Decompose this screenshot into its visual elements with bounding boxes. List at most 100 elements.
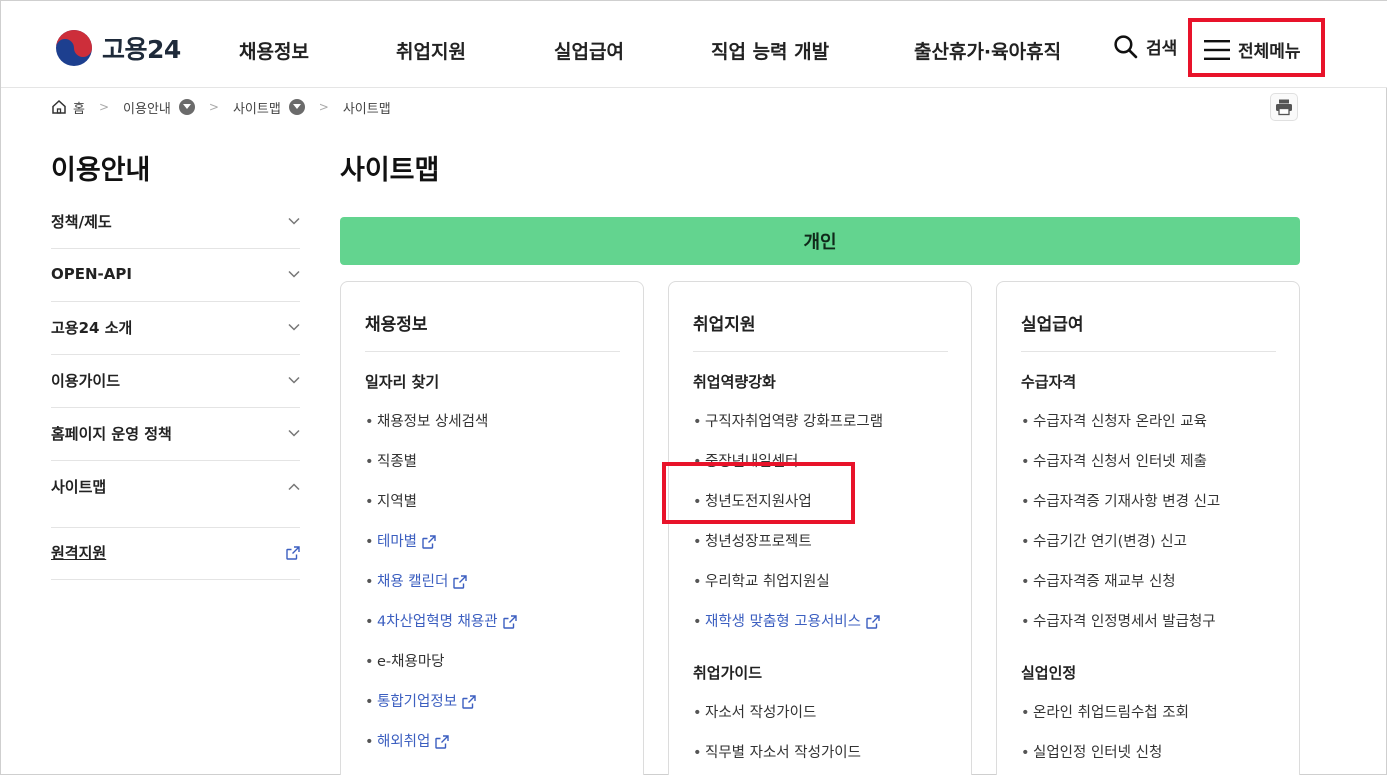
sitemap-link-label: 테마별 — [377, 534, 418, 550]
sitemap-link[interactable]: • 온라인 취업드림수첩 조회 — [1021, 703, 1291, 743]
chevron-down-icon — [288, 270, 300, 278]
sitemap-link-label: 청년도전지원사업 — [705, 494, 812, 510]
hamburger-menu-icon — [1204, 39, 1230, 60]
sitemap-link-label: 수급자격 신청자 온라인 교육 — [1033, 414, 1207, 430]
sitemap-link[interactable]: • 중장년내일센터 — [693, 452, 963, 492]
external-link-icon — [453, 575, 468, 589]
sitemap-link[interactable]: • 통합기업정보 — [365, 692, 635, 732]
search-label: 검색 — [1146, 39, 1178, 59]
sitemap-link[interactable]: • 직종별 — [365, 452, 635, 492]
all-menu-button[interactable]: 전체메뉴 — [1204, 37, 1301, 62]
breadcrumb-current: 사이트맵 — [343, 98, 391, 117]
bullet-icon: • — [693, 574, 702, 590]
bullet-icon: • — [693, 414, 702, 430]
bullet-icon: • — [365, 454, 374, 470]
divider — [365, 351, 620, 352]
sitemap-link[interactable]: • 수급자격 신청서 인터넷 제출 — [1021, 452, 1291, 492]
chevron-right-icon: > — [318, 100, 329, 114]
sitemap-link[interactable]: • 청년도전지원사업 — [693, 492, 963, 532]
card-title: 채용정보 — [365, 315, 428, 335]
breadcrumb-item-label: 사이트맵 — [342, 101, 391, 117]
search-button[interactable]: 검색 — [1113, 34, 1177, 59]
caret-down-icon — [288, 99, 305, 115]
group: 취업역량강화 • 구직자취업역량 강화프로그램 • 중장년내일센터 • 청년도전지원사업 • 청… — [693, 372, 963, 652]
lnb-item-usage-guide[interactable]: 이용가이드 — [51, 355, 300, 408]
sitemap-link-label: 수급기간 연기(변경) 신고 — [1033, 534, 1187, 550]
breadcrumb: 홈 > 이용안내 > 사이트맵 > 사이트맵 — [51, 96, 391, 118]
sitemap-link[interactable]: • 수급자격 신청자 온라인 교육 — [1021, 412, 1291, 452]
sitemap-link[interactable]: • 4차산업혁명 채용관 — [365, 612, 635, 652]
external-link-icon — [866, 615, 880, 629]
caret-down-icon — [178, 99, 195, 115]
bullet-icon: • — [1021, 414, 1030, 430]
bullet-icon: • — [693, 705, 702, 721]
bullet-icon: • — [693, 534, 702, 550]
breadcrumb-item-sitemap[interactable]: 사이트맵 — [233, 98, 305, 117]
bullet-icon: • — [693, 745, 702, 761]
bullet-icon: • — [1021, 454, 1030, 470]
gnb-item-parental-leave[interactable]: 출산휴가·육아휴직 — [914, 37, 1061, 64]
sitemap-link[interactable]: • 지역별 — [365, 492, 635, 532]
bullet-icon: • — [365, 534, 374, 550]
divider — [693, 351, 948, 352]
bullet-icon: • — [365, 694, 374, 710]
sitemap-link[interactable]: • 수급자격증 재교부 신청 — [1021, 572, 1291, 612]
sitemap-link[interactable]: • 직무별 자소서 작성가이드 — [693, 743, 963, 775]
group: 취업가이드 • 자소서 작성가이드 • 직무별 자소서 작성가이드 — [693, 663, 963, 775]
sitemap-link-label: 4차산업혁명 채용관 — [377, 614, 498, 630]
sitemap-link-label: 지역별 — [377, 494, 418, 510]
site-logo[interactable]: 고용24 — [54, 28, 181, 68]
external-link-icon — [286, 545, 300, 560]
sitemap-link-label: 채용정보 상세검색 — [377, 414, 489, 430]
external-link-icon — [502, 615, 517, 629]
sitemap-link[interactable]: • e-채용마당 — [365, 652, 635, 692]
sitemap-link[interactable]: • 수급자격증 기재사항 변경 신고 — [1021, 492, 1291, 532]
sitemap-link[interactable]: • 해외취업 — [365, 732, 635, 772]
sitemap-link[interactable]: • 우리학교 취업지원실 — [693, 572, 963, 612]
sitemap-link[interactable]: • 채용 캘린더 — [365, 572, 635, 612]
sitemap-link[interactable]: • 테마별 — [365, 532, 635, 572]
sitemap-link[interactable]: • 실업인정 인터넷 신청 — [1021, 743, 1291, 775]
group: 실업인정 • 온라인 취업드림수첩 조회 • 실업인정 인터넷 신청 — [1021, 663, 1291, 775]
sitemap-link[interactable]: • 채용정보 상세검색 — [365, 412, 635, 452]
bullet-icon: • — [365, 494, 374, 510]
bullet-icon: • — [1021, 614, 1030, 630]
gnb-item-unemployment-benefit[interactable]: 실업급여 — [554, 37, 624, 64]
print-button[interactable] — [1270, 93, 1298, 121]
lnb-item-label: 원격지원 — [51, 544, 107, 562]
lnb-item-policy[interactable]: 정책/제도 — [51, 196, 300, 249]
sitemap-link[interactable]: • 수급기간 연기(변경) 신고 — [1021, 532, 1291, 572]
breadcrumb-item-label: 사이트맵 — [232, 101, 281, 117]
sitemap-link-label: 구직자취업역량 강화프로그램 — [705, 414, 884, 430]
lnb-item-label: 사이트맵 — [51, 478, 107, 496]
search-icon — [1114, 35, 1138, 59]
sitemap-link-label: 자소서 작성가이드 — [705, 705, 817, 721]
chevron-down-icon — [288, 376, 300, 384]
gnb-item-employment-support[interactable]: 취업지원 — [396, 37, 466, 64]
logo-text: 고용24 — [102, 35, 181, 64]
bullet-icon: • — [1021, 494, 1030, 510]
sitemap-card-jobs: 채용정보 일자리 찾기 • 채용정보 상세검색 • 직종별 • 지역별 • 테마별 • 채용 캘린더… — [340, 281, 644, 775]
sitemap-link[interactable]: • 재학생 맞춤형 고용서비스 — [693, 612, 963, 652]
sitemap-link[interactable]: • 구직자취업역량 강화프로그램 — [693, 412, 963, 452]
sitemap-link[interactable]: • 자소서 작성가이드 — [693, 703, 963, 743]
sitemap-link[interactable]: • 청년성장프로젝트 — [693, 532, 963, 572]
breadcrumb-item-guide[interactable]: 이용안내 — [123, 98, 195, 117]
printer-icon — [1276, 99, 1292, 116]
chevron-down-icon — [288, 217, 300, 225]
sitemap-link-label: 해외취업 — [377, 734, 431, 750]
sitemap-link-label: 직무별 자소서 작성가이드 — [705, 745, 861, 761]
gnb-item-job-training[interactable]: 직업 능력 개발 — [711, 37, 829, 64]
gnb-item-jobs[interactable]: 채용정보 — [239, 37, 309, 64]
sitemap-link-label: 수급자격 신청서 인터넷 제출 — [1033, 454, 1207, 470]
lnb-item-remote-support[interactable]: 원격지원 — [51, 527, 300, 580]
sitemap-link-label: 재학생 맞춤형 고용서비스 — [705, 614, 861, 630]
sitemap-link[interactable]: • 수급자격 인정명세서 발급청구 — [1021, 612, 1291, 652]
bullet-icon: • — [1021, 705, 1030, 721]
lnb-item-about[interactable]: 고용24 소개 — [51, 302, 300, 355]
lnb-item-site-policy[interactable]: 홈페이지 운영 정책 — [51, 408, 300, 461]
lnb-item-sitemap[interactable]: 사이트맵 — [51, 461, 300, 514]
lnb-item-open-api[interactable]: OPEN-API — [51, 249, 300, 302]
breadcrumb-home[interactable]: 홈 — [51, 98, 85, 117]
page-title: 사이트맵 — [340, 155, 440, 186]
